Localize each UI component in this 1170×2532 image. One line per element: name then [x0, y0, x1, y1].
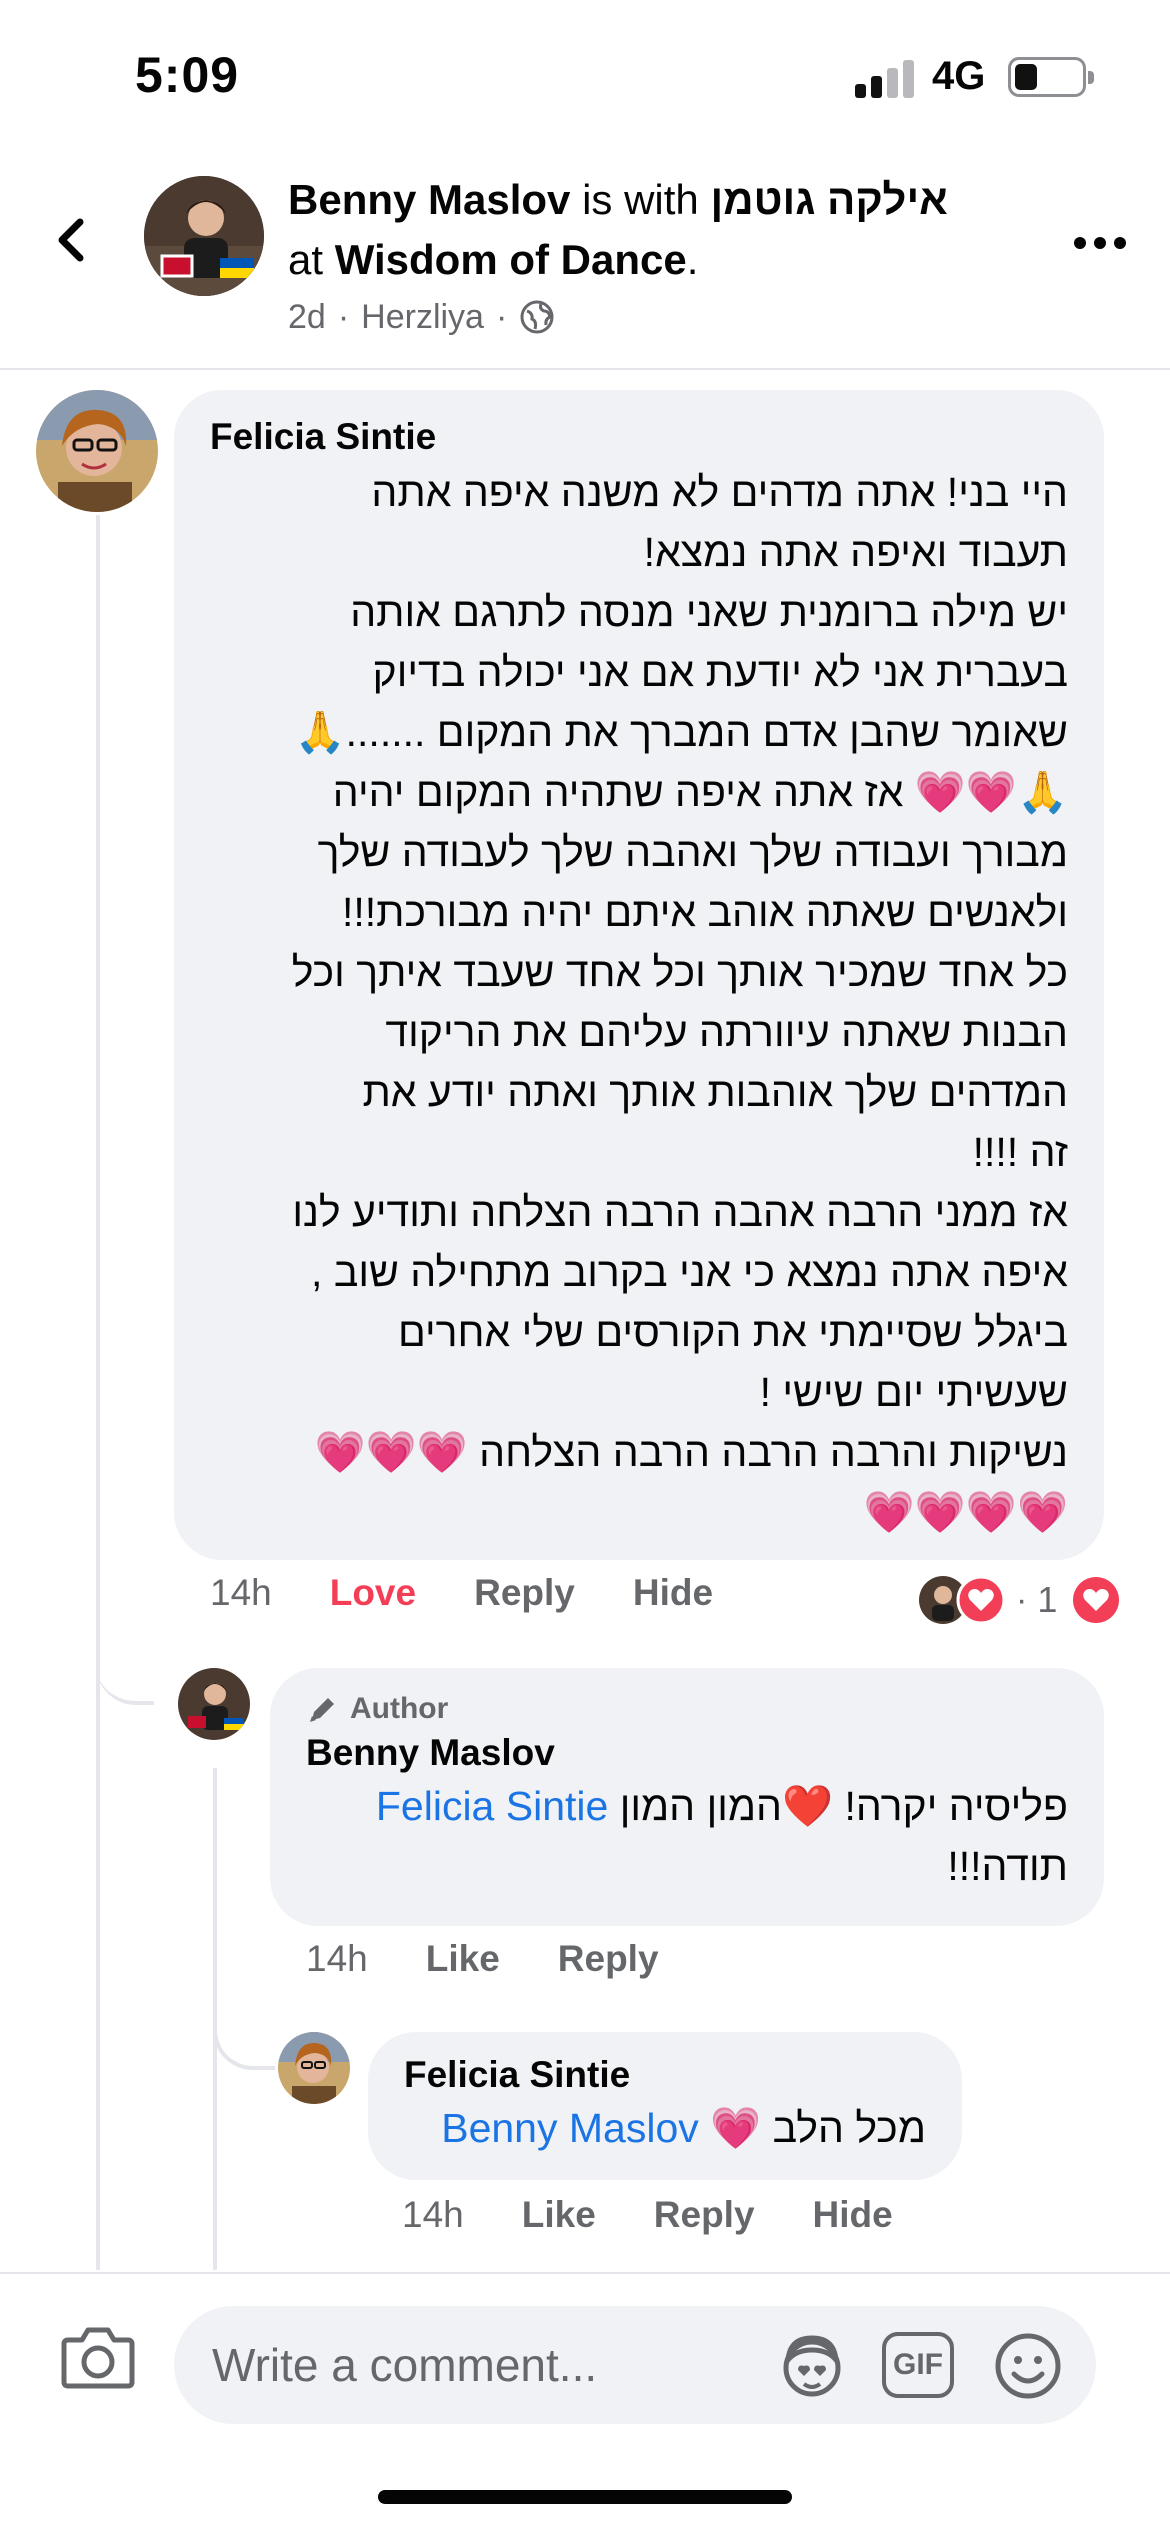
- comment-text: מכל הלב 💗 Benny Maslov: [404, 2098, 926, 2158]
- thread-line: [96, 515, 100, 2270]
- comment-line: 🙏💗💗 אז אתה איפה שתהיה המקום יהיה: [332, 769, 1068, 815]
- comment-bubble[interactable]: Author Benny Maslov פליסיה יקרה! ❤️המון …: [270, 1668, 1104, 1926]
- author-badge: Author: [306, 1692, 1068, 1726]
- comment-actions: 14h Like Reply: [306, 1938, 717, 1980]
- emoji-icon[interactable]: [992, 2330, 1064, 2402]
- comment-line: ביגלל שסיימתי את הקורסים שלי אחרים: [398, 1309, 1068, 1355]
- reaction-count: 1: [1037, 1579, 1058, 1620]
- comment-line: כל אחד שמכיר אותך וכל אחד שעבד איתך וכל: [291, 949, 1068, 995]
- comment-actions: 14h Like Reply Hide: [402, 2194, 951, 2236]
- status-bar: 5:09 4G: [0, 0, 1170, 150]
- comment-line: המדהים שלך אוהבות אותך ואתה יודע את: [362, 1069, 1068, 1115]
- battery-level: [1015, 64, 1037, 90]
- comment-line: פליסיה יקרה! ❤️המון המון Felicia Sintie: [306, 1776, 1068, 1836]
- globe-icon: [520, 300, 554, 334]
- post-header-text: Benny Maslov is with אילקה גוטמן at Wisd…: [288, 170, 1028, 344]
- thread-curve: [96, 1600, 154, 1705]
- back-arrow-icon[interactable]: [42, 210, 102, 270]
- header-period: .: [686, 236, 699, 283]
- comment-time[interactable]: 14h: [306, 1938, 368, 1980]
- comment-line: איפה אתה נמצא כי אני בקרוב מתחילה שוב ,: [311, 1249, 1068, 1295]
- comment-author-name[interactable]: Benny Maslov: [306, 1732, 1068, 1774]
- comment-author-name[interactable]: Felicia Sintie: [404, 2054, 926, 2096]
- status-time: 5:09: [135, 47, 240, 103]
- comment-line: 💗💗💗💗: [863, 1489, 1068, 1535]
- comment-line: יש מילה ברומנית שאני מנסה לתרגם אותה: [350, 589, 1068, 635]
- comment-text-line: מכל הלב 💗: [710, 2105, 926, 2151]
- author-badge-label: Author: [350, 1692, 449, 1725]
- post-header-line-2: at Wisdom of Dance.: [288, 230, 1028, 290]
- commenter-avatar[interactable]: [178, 1668, 250, 1740]
- comment-input[interactable]: [174, 2306, 1096, 2424]
- love-reaction-button[interactable]: Love: [330, 1572, 416, 1614]
- comment-line: שעשיתי יום שישי !: [759, 1369, 1068, 1415]
- comment-line: תודה!!!: [947, 1843, 1068, 1889]
- avatar-sticker-icon[interactable]: [776, 2330, 848, 2402]
- mention-link[interactable]: Felicia Sintie: [376, 1783, 608, 1829]
- more-options-icon[interactable]: [1070, 228, 1130, 258]
- comment-line: נשיקות והרבה הרבה הרבה הצלחה 💗💗💗: [314, 1429, 1068, 1475]
- comment-line: תעבוד ואיפה אתה נמצא!: [643, 529, 1068, 575]
- comment-bubble[interactable]: Felicia Sintie היי בני! אתה מדהים לא משנ…: [174, 390, 1104, 1560]
- comment-composer: GIF: [0, 2272, 1170, 2452]
- reply-button[interactable]: Reply: [558, 1938, 659, 1980]
- post-header: Benny Maslov is with אילקה גוטמן at Wisd…: [0, 150, 1170, 370]
- battery-icon: [1008, 57, 1094, 97]
- hide-button[interactable]: Hide: [813, 2194, 893, 2236]
- author-avatar[interactable]: [144, 176, 264, 296]
- post-meta: 2d · Herzliya ·: [288, 290, 1028, 344]
- comment-text: היי בני! אתה מדהים לא משנה איפה אתה תעבו…: [210, 462, 1068, 1542]
- comment-line: זה !!!!: [972, 1129, 1068, 1175]
- with-text: is with: [582, 176, 699, 223]
- post-time[interactable]: 2d: [288, 290, 326, 344]
- commenter-avatar[interactable]: [36, 390, 158, 512]
- comment-line: הבנות שאתה עיוורתה עליהם את הריקוד: [385, 1009, 1068, 1055]
- comment-time[interactable]: 14h: [210, 1572, 272, 1614]
- mention-link[interactable]: Benny Maslov: [441, 2105, 699, 2151]
- commenter-avatar[interactable]: [278, 2032, 350, 2104]
- meta-separator: ·: [495, 298, 508, 336]
- network-type: 4G: [932, 54, 986, 98]
- comment-line: שאומר שהבן אדם המברך את המקום .......🙏: [294, 709, 1068, 755]
- hide-button[interactable]: Hide: [633, 1572, 713, 1614]
- comment-time[interactable]: 14h: [402, 2194, 464, 2236]
- tagged-person-link[interactable]: אילקה גוטמן: [710, 176, 947, 223]
- post-header-line-1: Benny Maslov is with אילקה גוטמן: [288, 170, 1028, 230]
- comment-line: אז ממני הרבה אהבה הרבה הצלחה ותודיע לנו: [292, 1189, 1068, 1235]
- cellular-signal-icon: [855, 58, 915, 98]
- comment-bubble[interactable]: Felicia Sintie מכל הלב 💗 Benny Maslov: [368, 2032, 962, 2180]
- comment-text-line: פליסיה יקרה! ❤️המון המון: [619, 1783, 1068, 1829]
- meta-separator: ·: [337, 298, 350, 336]
- author-name-link[interactable]: Benny Maslov: [288, 176, 570, 223]
- gif-icon[interactable]: GIF: [882, 2332, 954, 2398]
- love-reaction-icon: [1073, 1577, 1120, 1623]
- reply-button[interactable]: Reply: [654, 2194, 755, 2236]
- comment-actions: 14h Love Reply Hide: [210, 1572, 771, 1614]
- reaction-separator: ·: [1016, 1580, 1028, 1619]
- love-reaction-icon: [956, 1575, 1006, 1625]
- comment-line: מבורך ועבודה שלך ואהבה שלך לעבודה שלך: [317, 829, 1068, 875]
- reply-button[interactable]: Reply: [474, 1572, 575, 1614]
- pencil-icon: [310, 1698, 334, 1722]
- like-button[interactable]: Like: [522, 2194, 596, 2236]
- camera-icon[interactable]: [60, 2322, 136, 2392]
- place-link[interactable]: Wisdom of Dance: [335, 236, 687, 283]
- thread-curve: [213, 1960, 275, 2070]
- comment-author-name[interactable]: Felicia Sintie: [210, 416, 1068, 458]
- reaction-summary[interactable]: · 1: [918, 1572, 1138, 1628]
- comment-line: בעברית אני לא יודעת אם אני יכולה בדיוק: [372, 649, 1068, 695]
- comment-text: פליסיה יקרה! ❤️המון המון Felicia Sintie …: [306, 1776, 1068, 1896]
- like-button[interactable]: Like: [426, 1938, 500, 1980]
- home-indicator[interactable]: [378, 2490, 792, 2504]
- at-text: at: [288, 236, 324, 283]
- post-location[interactable]: Herzliya: [361, 290, 484, 344]
- comment-line: ולאנשים שאתה אוהב איתם יהיה מבורכת!!!: [341, 889, 1068, 935]
- comment-line: היי בני! אתה מדהים לא משנה איפה אתה: [371, 469, 1068, 515]
